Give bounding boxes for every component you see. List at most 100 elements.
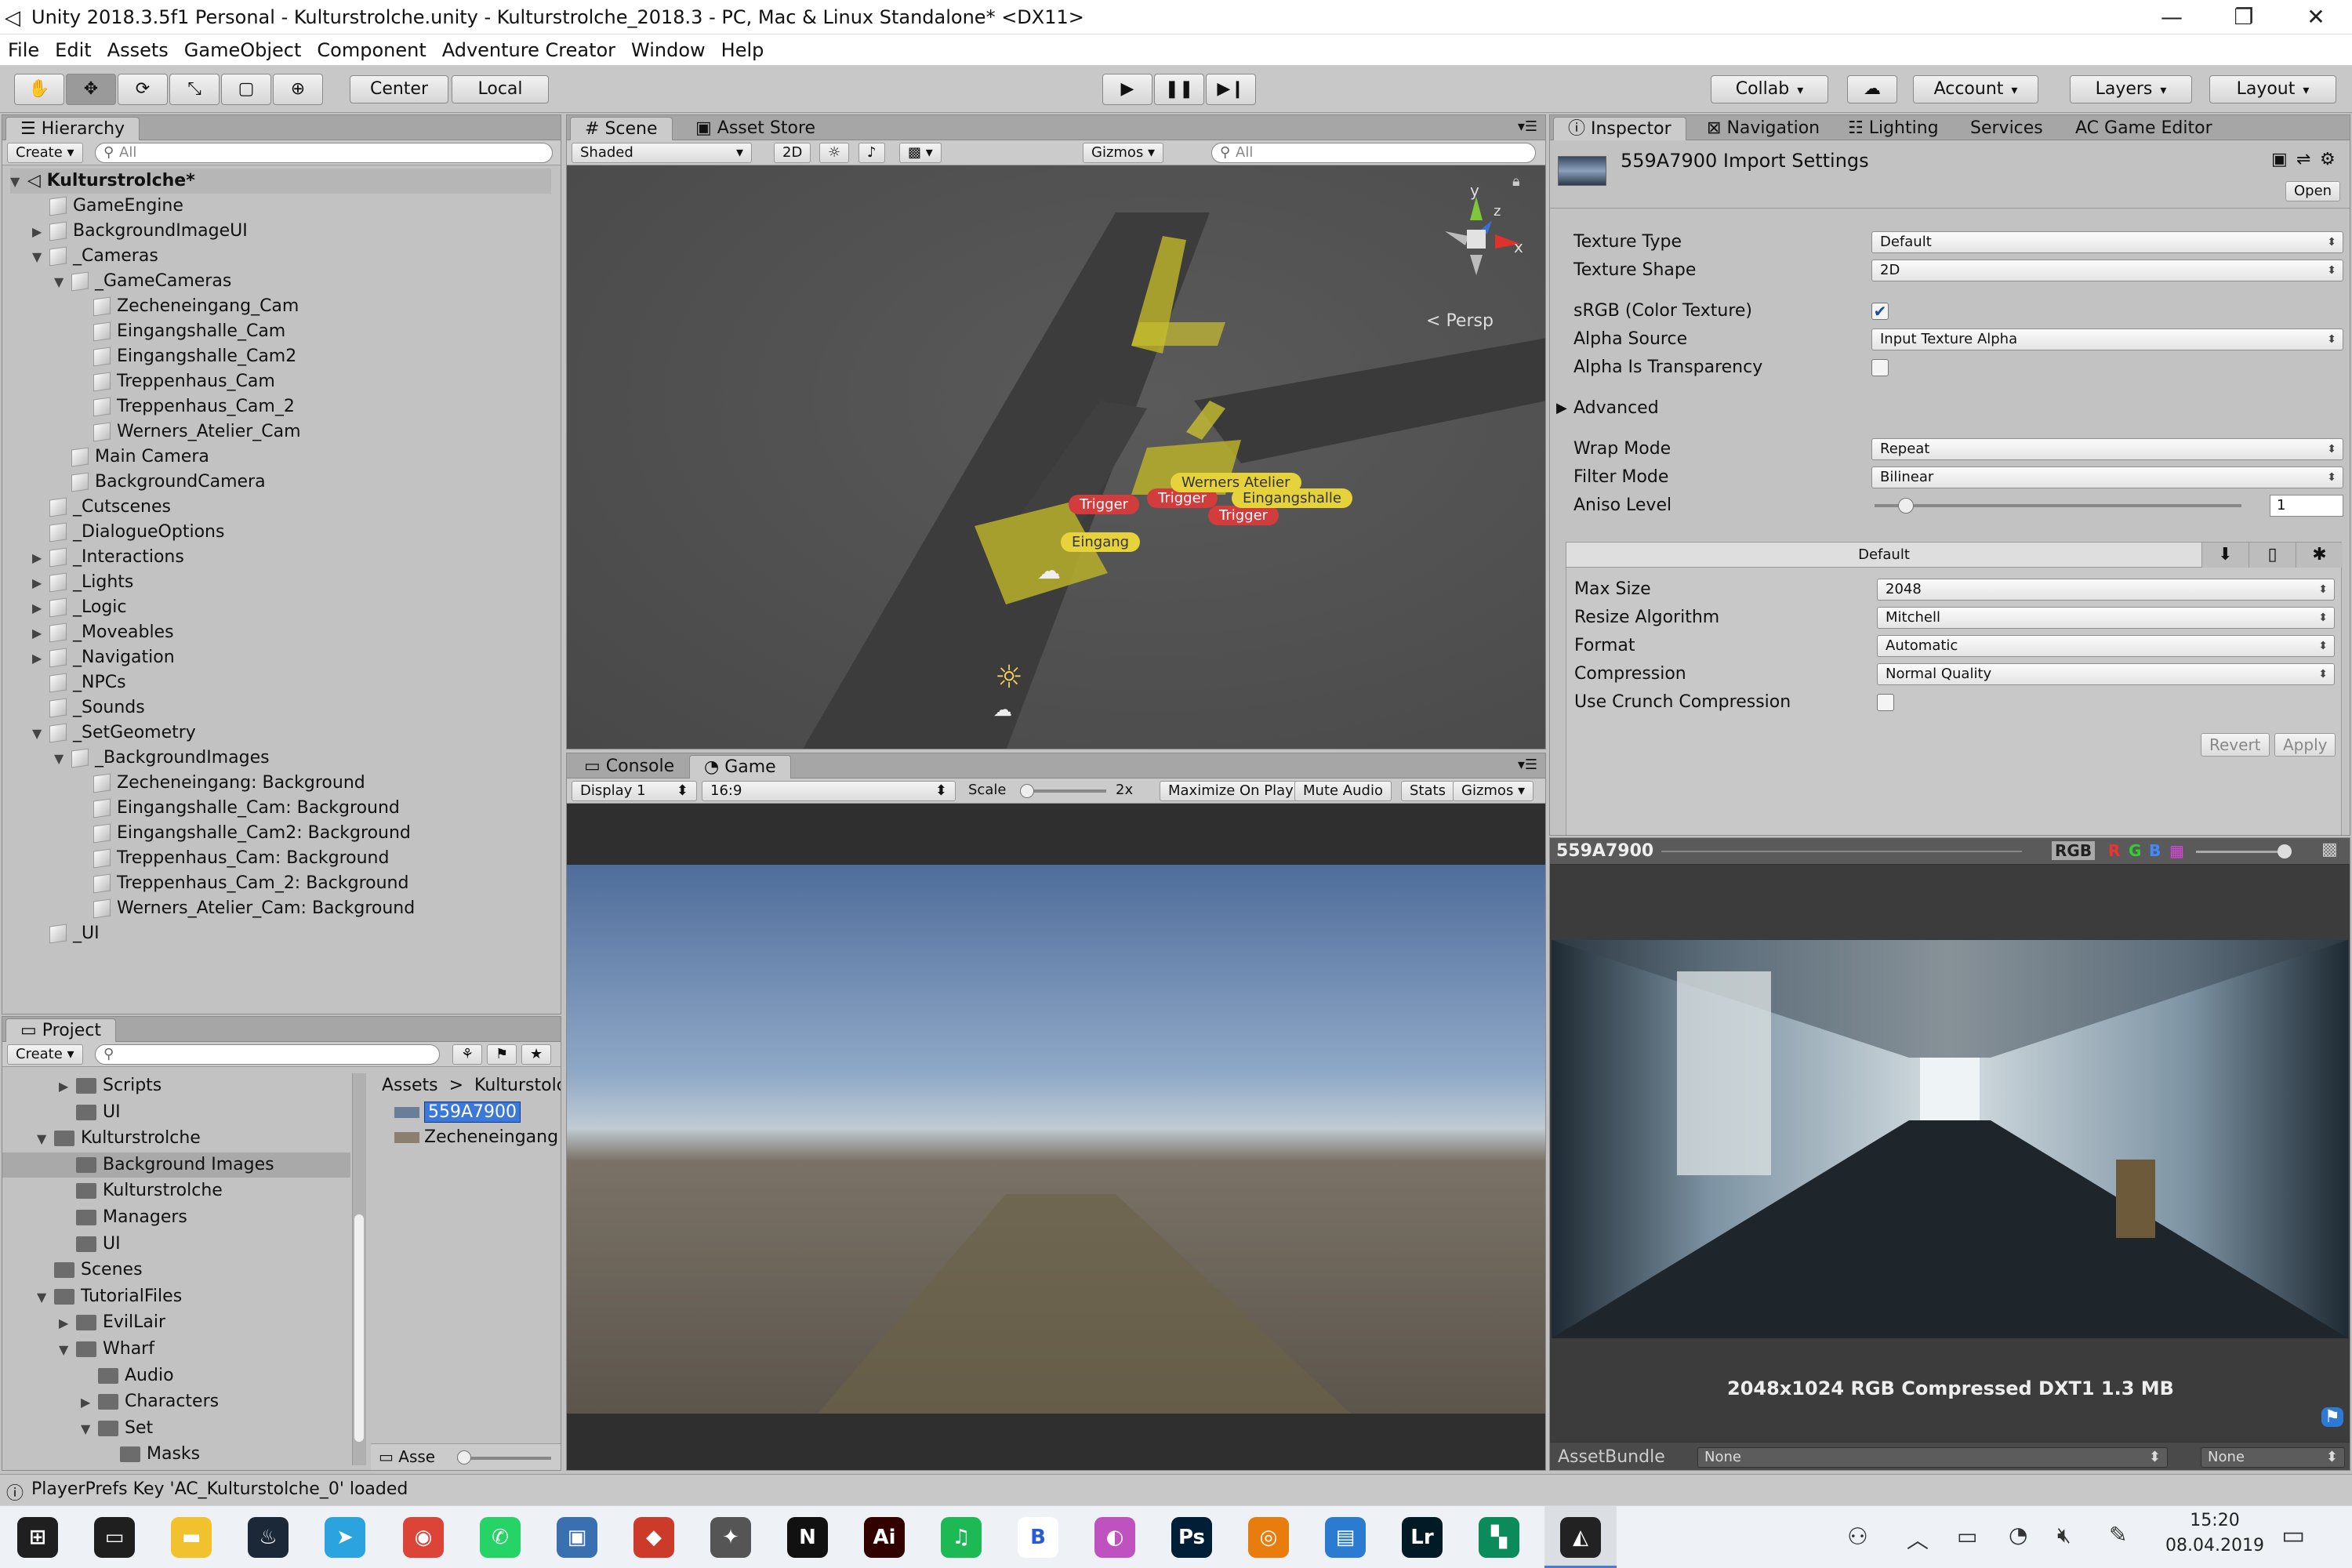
scene-search-input[interactable]: All	[1211, 143, 1536, 163]
hierarchy-item[interactable]: Eingangshalle_Cam2: Background	[76, 821, 411, 846]
explorer-icon[interactable]: ▬	[171, 1517, 212, 1558]
lighting-toggle-icon[interactable]: ☼	[819, 143, 850, 163]
hierarchy-item[interactable]: Eingangshalle_Cam: Background	[76, 796, 400, 821]
menu-gameobject[interactable]: GameObject	[176, 39, 310, 61]
project-create-button[interactable]: Create ▾	[7, 1044, 83, 1065]
tab-console[interactable]: ▭ Console	[570, 755, 688, 779]
project-folder-item[interactable]: ▼ Set	[2, 1416, 350, 1441]
center-cube-icon[interactable]	[1467, 230, 1486, 249]
space-local-button[interactable]: Local	[452, 75, 549, 103]
hierarchy-item[interactable]: BackgroundCamera	[54, 470, 266, 495]
foldout-arrow-icon[interactable]: ▶	[1556, 394, 1567, 423]
gizmos-dropdown[interactable]: Gizmos ▾	[1083, 143, 1164, 163]
tab-asset-store[interactable]: ▣ Asset Store	[681, 117, 829, 140]
slider-knob[interactable]	[457, 1450, 471, 1465]
hierarchy-item[interactable]: Zecheneingang: Background	[76, 771, 365, 796]
project-folder-item[interactable]: ▼ Wharf	[2, 1337, 350, 1362]
task-view-icon[interactable]: ▭	[94, 1517, 135, 1558]
neg-y-cone-icon[interactable]	[1470, 255, 1483, 275]
tab-navigation[interactable]: ⊠ Navigation	[1693, 117, 1834, 140]
notification-icon[interactable]: ▭	[2281, 1520, 2305, 1550]
volume-muted-icon[interactable]: 🔇︎	[2057, 1522, 2071, 1548]
project-folder-item[interactable]: Masks	[2, 1442, 350, 1467]
hierarchy-item[interactable]: ▶ _Logic	[32, 595, 127, 620]
menu-file[interactable]: File	[0, 39, 47, 61]
minimize-button[interactable]: —	[2136, 0, 2208, 34]
whatsapp-icon[interactable]: ✆	[480, 1517, 521, 1558]
expand-arrow-icon[interactable]: ▼	[81, 1417, 98, 1442]
channel-g-toggle[interactable]: G	[2129, 841, 2141, 860]
project-folder-item[interactable]: ▶ EvilLair	[2, 1310, 350, 1335]
hierarchy-item[interactable]: _NPCs	[32, 670, 126, 695]
hierarchy-item[interactable]: ▶ BackgroundImageUI	[32, 219, 248, 244]
expand-arrow-icon[interactable]: ▼	[32, 245, 49, 270]
orientation-gizmo[interactable]: y x z	[1429, 181, 1523, 283]
scene-viewport[interactable]: Trigger Trigger Trigger Werners Atelier …	[567, 165, 1545, 749]
alpha-transparency-checkbox[interactable]	[1871, 359, 1889, 376]
panel-menu-icon[interactable]: ▾☰	[1518, 757, 1537, 773]
project-scrollbar[interactable]	[352, 1073, 366, 1465]
filter-type-icon[interactable]: ⚘	[452, 1044, 483, 1065]
hierarchy-create-button[interactable]: Create ▾	[7, 143, 83, 163]
scene-label-trigger[interactable]: Trigger	[1069, 495, 1140, 514]
light-gizmo-icon[interactable]: ☼	[995, 659, 1023, 695]
alpha-source-dropdown[interactable]: Input Texture Alpha	[1871, 328, 2343, 350]
scene-label-trigger[interactable]: Trigger	[1208, 506, 1279, 525]
scale-tool-icon[interactable]: ⤡	[169, 74, 220, 105]
project-folder-item[interactable]: ▶ Characters	[2, 1389, 350, 1414]
hierarchy-item[interactable]: ▶ _Navigation	[32, 645, 175, 670]
tag-icon[interactable]: ⚑	[2321, 1407, 2343, 1427]
project-folder-item[interactable]: Photos	[2, 1468, 350, 1470]
battery-icon[interactable]: ▭	[1957, 1523, 1977, 1549]
rect-tool-icon[interactable]: ▢	[221, 74, 271, 105]
tab-game[interactable]: ◔ Game	[689, 755, 791, 779]
hierarchy-item[interactable]: Werners_Atelier_Cam	[76, 419, 301, 445]
hierarchy-item[interactable]: Treppenhaus_Cam	[76, 369, 275, 394]
unity-icon[interactable]: ◭	[1560, 1517, 1601, 1558]
expand-arrow-icon[interactable]: ▼	[37, 1285, 54, 1310]
expand-arrow-icon[interactable]: ▶	[59, 1311, 76, 1336]
asset-item-559a7900[interactable]: 559A7900	[394, 1100, 556, 1125]
start-icon[interactable]: ⊞	[17, 1517, 58, 1558]
netflix-icon[interactable]: N	[787, 1517, 828, 1558]
slider-knob[interactable]	[2278, 844, 2292, 858]
mip-slider[interactable]	[2196, 844, 2292, 858]
tab-project[interactable]: ▭ Project	[5, 1018, 117, 1042]
menu-adventure-creator[interactable]: Adventure Creator	[434, 39, 623, 61]
lightroom-icon[interactable]: Lr	[1402, 1517, 1443, 1558]
rotate-tool-icon[interactable]: ⟳	[118, 74, 168, 105]
expand-arrow-icon[interactable]: ▼	[54, 746, 71, 771]
menu-assets[interactable]: Assets	[100, 39, 176, 61]
aniso-slider[interactable]	[1875, 498, 2241, 514]
channel-rgb-toggle[interactable]: RGB	[2052, 841, 2096, 860]
shading-mode-dropdown[interactable]: Shaded ▾	[572, 143, 752, 163]
scene-root-row[interactable]: ▼ ◁ Kulturstrolche*	[10, 169, 551, 194]
expand-arrow-icon[interactable]: ▶	[32, 546, 49, 571]
checker-background-icon[interactable]: ▩	[2321, 840, 2338, 859]
hierarchy-item[interactable]: Werners_Atelier_Cam: Background	[76, 896, 415, 921]
toggle-2d-button[interactable]: 2D	[774, 143, 811, 163]
project-folder-item[interactable]: ▼ TutorialFiles	[2, 1284, 350, 1309]
breadcrumb-folder[interactable]: Kulturstolc	[474, 1076, 561, 1095]
gear-icon[interactable]: ⚙	[2320, 150, 2336, 169]
stats-button[interactable]: Stats	[1401, 781, 1454, 801]
clock-time[interactable]: 15:20	[2172, 1511, 2258, 1530]
filter-mode-dropdown[interactable]: Bilinear	[1871, 466, 2343, 488]
pivot-center-button[interactable]: Center	[350, 75, 448, 103]
project-folder-item[interactable]: Kulturstrolche	[2, 1178, 350, 1203]
project-search-input[interactable]	[95, 1044, 440, 1065]
spotify-icon[interactable]: ♫	[941, 1517, 982, 1558]
channel-r-toggle[interactable]: R	[2108, 841, 2120, 860]
project-folder-item[interactable]: UI	[2, 1232, 350, 1257]
max-size-dropdown[interactable]: 2048	[1877, 579, 2335, 601]
apply-button[interactable]: Apply	[2274, 733, 2336, 757]
hierarchy-item[interactable]: _Sounds	[32, 695, 145, 720]
favorite-star-icon[interactable]: ★	[521, 1044, 552, 1065]
slider-knob[interactable]	[1898, 498, 1914, 514]
hierarchy-item[interactable]: ▼ _BackgroundImages	[54, 746, 270, 771]
effects-toggle-icon[interactable]: ▩ ▾	[899, 143, 942, 163]
expand-arrow-icon[interactable]: ▶	[32, 571, 49, 596]
thumbnail-size-slider[interactable]	[457, 1450, 551, 1465]
texture-shape-dropdown[interactable]: 2D	[1871, 260, 2343, 281]
tab-ac-game-editor[interactable]: AC Game Editor	[2061, 117, 2227, 140]
